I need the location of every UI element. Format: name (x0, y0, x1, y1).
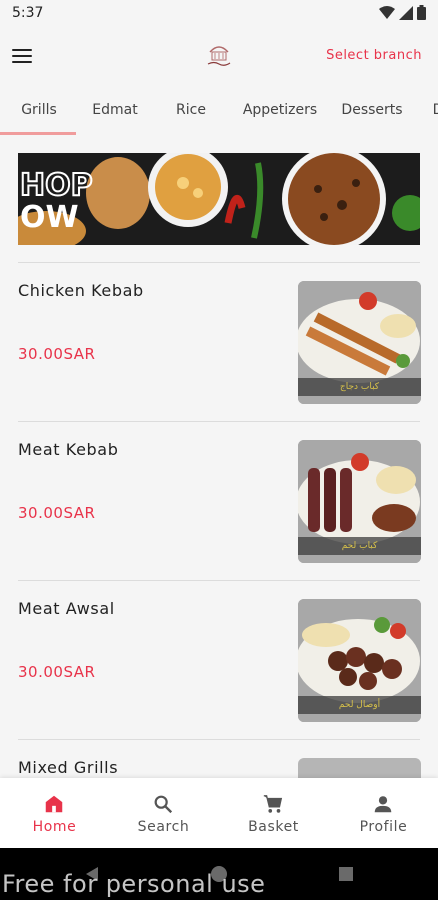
tab-desserts[interactable]: Desserts (336, 86, 408, 134)
item-image[interactable]: كباب لحم (298, 440, 421, 563)
nav-search[interactable]: Search (109, 778, 218, 848)
tab-grills[interactable]: Grills (10, 86, 68, 134)
bottom-navigation: Home Search Basket Profile (0, 778, 438, 848)
menu-icon-line (12, 61, 32, 63)
menu-item[interactable]: Chicken Kebab 30.00SAR كباب دجاج (0, 281, 438, 439)
item-image-caption: كباب دجاج (298, 378, 421, 396)
menu-icon-line (12, 49, 32, 51)
nav-label: Home (32, 819, 77, 835)
battery-icon (417, 5, 426, 20)
item-image[interactable]: كباب دجاج (298, 281, 421, 404)
banner-text-line2: OW (20, 200, 79, 235)
select-branch-button[interactable]: Select branch (326, 48, 422, 63)
status-icons (379, 5, 426, 20)
signal-icon (399, 5, 413, 20)
menu-icon-line (12, 55, 32, 57)
item-name: Meat Kebab (18, 440, 119, 459)
nav-profile[interactable]: Profile (329, 778, 438, 848)
banner-text-line1: HOP (20, 168, 93, 203)
watermark-text: Free for personal use (2, 870, 266, 898)
item-name: Chicken Kebab (18, 281, 144, 300)
app-bar: Select branch (0, 28, 438, 84)
cart-icon (263, 795, 283, 813)
nav-home[interactable]: Home (0, 778, 109, 848)
item-image-caption: كباب لحم (298, 537, 421, 555)
nav-label: Basket (248, 819, 299, 835)
banner-image: HOP OW (18, 153, 420, 245)
recents-icon[interactable] (338, 866, 354, 882)
tab-edmat[interactable]: Edmat (86, 86, 144, 134)
divider (18, 739, 420, 740)
tab-overflow[interactable]: D (428, 86, 438, 134)
person-icon (374, 796, 392, 813)
item-price: 30.00SAR (18, 504, 96, 522)
tab-appetizers[interactable]: Appetizers (238, 86, 322, 134)
divider (18, 580, 420, 581)
menu-button[interactable] (12, 42, 40, 70)
home-icon (45, 795, 63, 813)
item-name: Mixed Grills (18, 758, 119, 777)
item-image[interactable]: أوصال لحم (298, 599, 421, 722)
nav-label: Search (137, 819, 190, 835)
nav-label: Profile (359, 819, 408, 835)
menu-item[interactable]: Meat Awsal 30.00SAR أوصال لحم (0, 599, 438, 757)
tab-rice[interactable]: Rice (166, 86, 216, 134)
nav-basket[interactable]: Basket (219, 778, 328, 848)
category-tabs: Grills Edmat Rice Appetizers Desserts D (0, 86, 438, 136)
item-price: 30.00SAR (18, 663, 96, 681)
tab-indicator (0, 132, 76, 135)
promo-banner[interactable]: HOP OW (18, 153, 420, 245)
item-image-caption: أوصال لحم (298, 696, 421, 714)
restaurant-logo (207, 46, 231, 66)
item-name: Meat Awsal (18, 599, 115, 618)
search-icon (154, 795, 173, 814)
status-time: 5:37 (12, 5, 44, 21)
divider (18, 421, 420, 422)
status-bar: 5:37 (0, 0, 438, 28)
divider (18, 262, 420, 263)
item-price: 30.00SAR (18, 345, 96, 363)
wifi-icon (379, 5, 395, 19)
menu-item[interactable]: Meat Kebab 30.00SAR كباب لحم (0, 440, 438, 598)
